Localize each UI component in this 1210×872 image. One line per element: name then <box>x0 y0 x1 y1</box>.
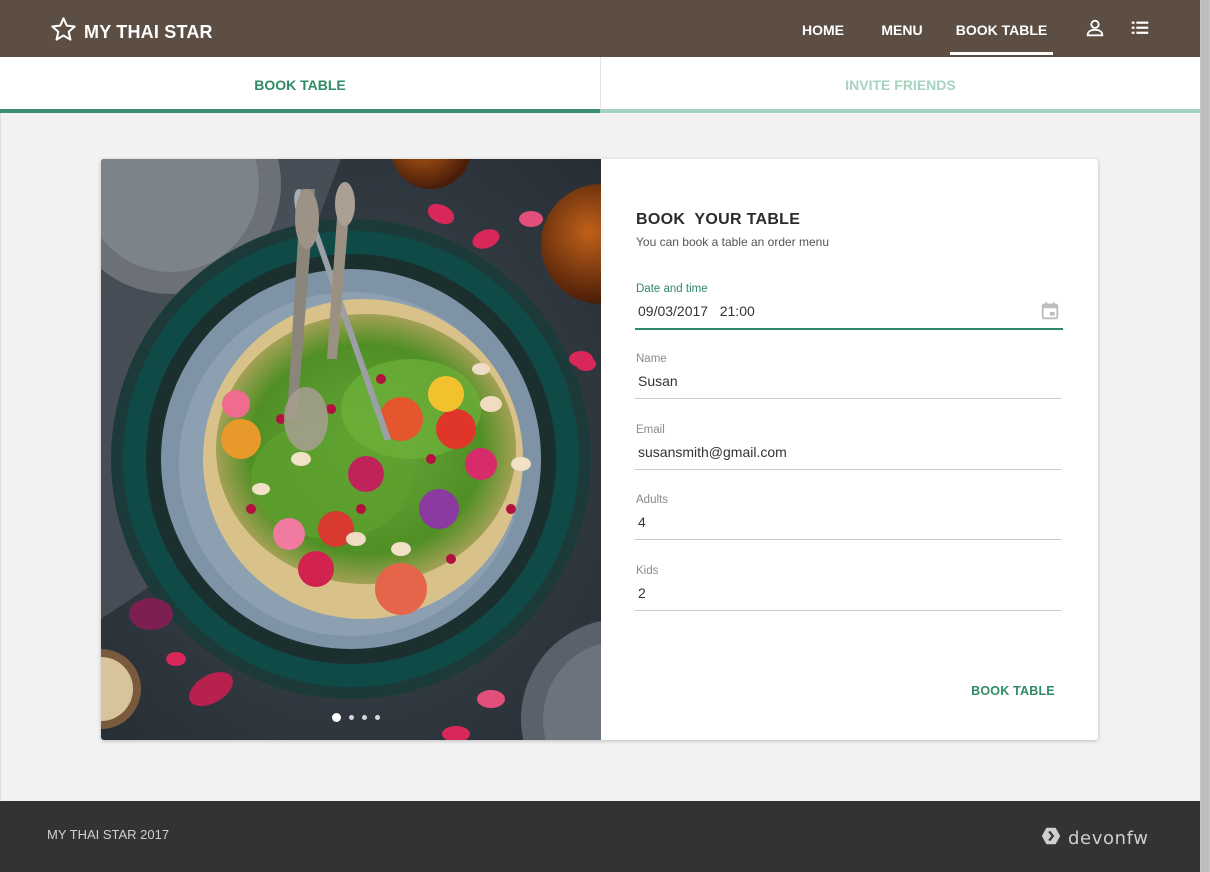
booking-card: BOOK YOUR TABLE You can book a table an … <box>101 159 1098 740</box>
food-bowl-photo <box>101 159 601 740</box>
carousel-indicators <box>332 713 388 722</box>
carousel-dot[interactable] <box>332 713 341 722</box>
kids-value[interactable]: 2 <box>638 585 646 601</box>
tab-invite-friends[interactable]: INVITE FRIENDS <box>600 57 1200 113</box>
kids-field[interactable]: Kids 2 <box>635 565 1061 617</box>
form-title: BOOK YOUR TABLE <box>636 211 801 228</box>
email-underline <box>635 469 1061 470</box>
book-table-button[interactable]: BOOK TABLE <box>963 675 1063 707</box>
name-value[interactable]: Susan <box>638 373 678 389</box>
adults-value[interactable]: 4 <box>638 514 646 530</box>
name-label: Name <box>636 353 667 365</box>
top-toolbar: MY THAI STAR HOME MENU BOOK TABLE <box>0 0 1200 57</box>
nav-home-link[interactable]: HOME <box>790 0 856 57</box>
email-value[interactable]: susansmith@gmail.com <box>638 444 787 460</box>
date-time-underline <box>635 328 1063 330</box>
devonfw-logo[interactable]: devonfw <box>1040 825 1149 852</box>
nav-active-indicator <box>950 52 1053 55</box>
name-field[interactable]: Name Susan <box>635 353 1061 405</box>
booking-form: BOOK YOUR TABLE You can book a table an … <box>601 159 1098 740</box>
footer-copyright: MY THAI STAR 2017 <box>47 827 170 842</box>
kids-label: Kids <box>636 565 659 577</box>
date-time-label: Date and time <box>636 283 708 295</box>
list-icon[interactable] <box>1129 17 1151 39</box>
carousel-dot[interactable] <box>375 715 380 720</box>
booking-tabs: BOOK TABLE INVITE FRIENDS <box>0 57 1200 113</box>
date-time-field[interactable]: Date and time 09/03/2017 21:00 <box>635 283 1063 335</box>
adults-label: Adults <box>636 494 668 506</box>
page-footer: MY THAI STAR 2017 devonfw <box>0 801 1200 872</box>
form-subtitle: You can book a table an order menu <box>636 235 830 249</box>
devonfw-logo-text: devonfw <box>1068 828 1149 849</box>
user-icon[interactable] <box>1084 17 1106 39</box>
adults-underline <box>635 539 1061 540</box>
star-outline-icon <box>50 16 77 48</box>
brand[interactable]: MY THAI STAR <box>50 16 213 48</box>
nav-book-table-link[interactable]: BOOK TABLE <box>950 0 1053 57</box>
email-label: Email <box>636 424 665 436</box>
adults-field[interactable]: Adults 4 <box>635 494 1061 546</box>
window-scrollbar[interactable] <box>1200 0 1210 872</box>
nav-menu-link[interactable]: MENU <box>870 0 934 57</box>
date-time-value[interactable]: 09/03/2017 21:00 <box>638 303 755 319</box>
devonfw-logo-icon <box>1040 825 1062 852</box>
kids-underline <box>635 610 1061 611</box>
name-underline <box>635 398 1061 399</box>
email-field[interactable]: Email susansmith@gmail.com <box>635 424 1061 476</box>
tab-book-table[interactable]: BOOK TABLE <box>0 57 600 113</box>
brand-name: MY THAI STAR <box>84 21 213 42</box>
carousel-dot[interactable] <box>362 715 367 720</box>
scrollbar-thumb[interactable] <box>1201 0 1209 872</box>
carousel-dot[interactable] <box>349 715 354 720</box>
calendar-icon[interactable] <box>1039 300 1061 322</box>
